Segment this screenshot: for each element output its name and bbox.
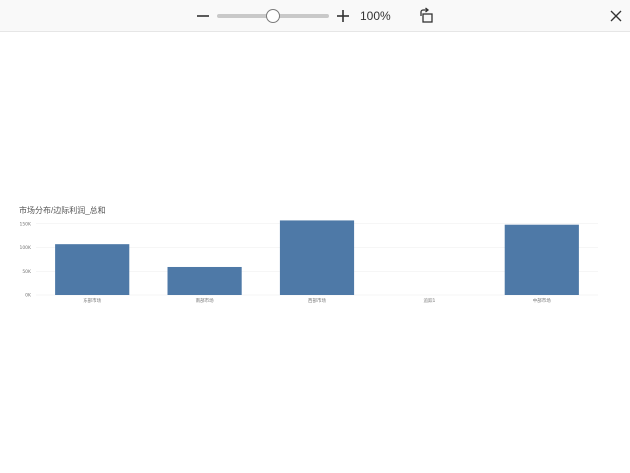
- y-tick-label: 100K: [19, 245, 32, 251]
- plus-icon: [337, 10, 349, 22]
- zoom-slider-thumb[interactable]: [266, 9, 280, 23]
- bar[interactable]: [55, 244, 130, 295]
- bar-chart: 0K 50K 100K 150K 东部市场 南部市场 西部市场 追踪1 中部市场: [19, 220, 598, 304]
- x-tick-label: 东部市场: [83, 297, 101, 304]
- y-tick-label: 150K: [19, 221, 32, 227]
- x-tick-label: 南部市场: [196, 297, 214, 304]
- close-icon: [610, 10, 622, 22]
- y-tick-label: 0K: [25, 293, 32, 299]
- viewer-toolbar: 100%: [0, 0, 630, 32]
- rotate-button[interactable]: [415, 4, 439, 28]
- bar[interactable]: [504, 224, 579, 295]
- close-button[interactable]: [604, 4, 628, 28]
- zoom-in-button[interactable]: [331, 4, 355, 28]
- rotate-icon: [420, 7, 433, 23]
- minus-icon: [197, 15, 209, 17]
- bar[interactable]: [167, 266, 242, 295]
- x-tick-label: 西部市场: [308, 297, 326, 304]
- x-tick-label: 追踪1: [423, 297, 435, 304]
- zoom-out-button[interactable]: [191, 4, 215, 28]
- bar[interactable]: [279, 220, 355, 295]
- x-tick-label: 中部市场: [533, 297, 551, 304]
- zoom-level-text: 100%: [360, 9, 391, 23]
- y-tick-label: 50K: [22, 269, 32, 275]
- zoom-slider[interactable]: [217, 9, 329, 23]
